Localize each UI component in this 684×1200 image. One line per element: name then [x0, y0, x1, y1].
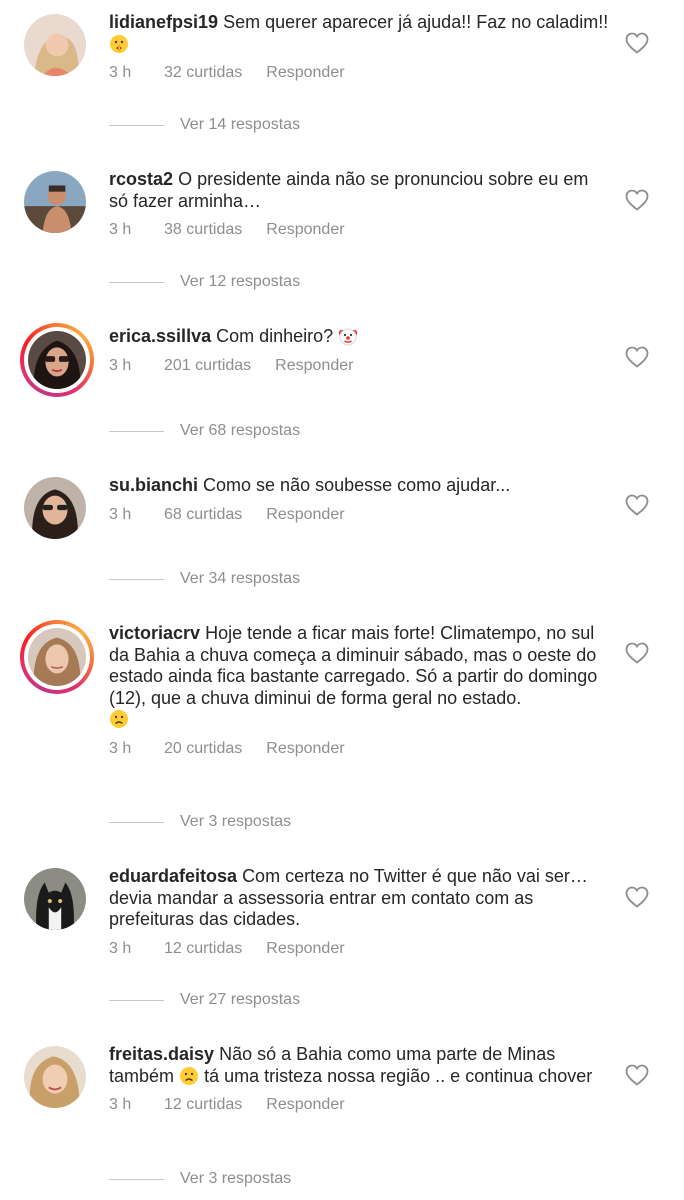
comment-meta: 3 h 12 curtidas Responder	[109, 940, 609, 958]
comment-likes[interactable]: 12 curtidas	[164, 1096, 242, 1114]
comment-text: victoriacrv Hoje tende a ficar mais fort…	[109, 623, 609, 731]
replies-divider	[109, 1178, 164, 1180]
comment-meta: 3 h 38 curtidas Responder	[109, 221, 609, 239]
comment-username[interactable]: victoriacrv	[109, 623, 200, 643]
comment-text: eduardafeitosa Com certeza no Twitter é …	[109, 866, 609, 931]
view-replies-label[interactable]: Ver 34 respostas	[180, 570, 300, 588]
comment-username[interactable]: rcosta2	[109, 169, 173, 189]
view-replies-label[interactable]: Ver 68 respostas	[180, 422, 300, 440]
comment-likes[interactable]: 32 curtidas	[164, 64, 242, 82]
view-replies-button[interactable]: Ver 3 respostas	[109, 813, 291, 831]
avatar[interactable]	[24, 14, 86, 76]
reply-button[interactable]: Responder	[266, 1096, 344, 1114]
comment-time: 3 h	[109, 505, 132, 523]
replies-divider	[109, 281, 164, 283]
comment-body: Com dinheiro?	[216, 326, 334, 346]
replies-divider	[109, 430, 164, 432]
comment-time: 3 h	[109, 64, 132, 81]
comment-likes[interactable]: 12 curtidas	[164, 940, 242, 958]
comment-time: 3 h	[109, 221, 132, 238]
comment-time: 3 h	[109, 939, 132, 957]
reply-button[interactable]: Responder	[266, 506, 344, 524]
sad-face-icon	[109, 709, 129, 729]
avatar[interactable]	[24, 477, 86, 539]
view-replies-label[interactable]: Ver 14 respostas	[180, 116, 300, 134]
comment-meta: 3 h 20 curtidas Responder	[109, 740, 609, 758]
comment-meta: 3 h 12 curtidas Responder	[109, 1096, 609, 1114]
comment-meta: 3 h 201 curtidas Responder	[109, 357, 609, 375]
view-replies-button[interactable]: Ver 68 respostas	[109, 422, 300, 440]
comment-likes[interactable]: 38 curtidas	[164, 221, 242, 239]
view-replies-button[interactable]: Ver 3 respostas	[109, 1170, 291, 1188]
view-replies-button[interactable]: Ver 14 respostas	[109, 116, 300, 134]
like-heart-icon[interactable]	[625, 346, 649, 368]
view-replies-button[interactable]: Ver 27 respostas	[109, 991, 300, 1009]
replies-divider	[109, 124, 164, 126]
comment-body: Sem querer aparecer já ajuda!! Faz no ca…	[223, 12, 609, 32]
avatar[interactable]	[20, 620, 94, 694]
like-heart-icon[interactable]	[625, 886, 649, 908]
clown-face-icon	[338, 326, 358, 346]
sad-face-icon	[179, 1066, 199, 1086]
comment-username[interactable]: freitas.daisy	[109, 1044, 214, 1064]
like-heart-icon[interactable]	[625, 32, 649, 54]
comment-time: 3 h	[109, 739, 132, 757]
replies-divider	[109, 578, 164, 580]
comment-username[interactable]: erica.ssillva	[109, 326, 211, 346]
comment-text: erica.ssillva Com dinheiro?	[109, 326, 609, 348]
comment-text: freitas.daisy Não só a Bahia como uma pa…	[109, 1044, 609, 1087]
like-heart-icon[interactable]	[625, 642, 649, 664]
comment-username[interactable]: lidianefpsi19	[109, 12, 218, 32]
view-replies-label[interactable]: Ver 12 respostas	[180, 273, 300, 291]
replies-divider	[109, 821, 164, 823]
view-replies-label[interactable]: Ver 27 respostas	[180, 991, 300, 1009]
comment-time: 3 h	[109, 1096, 132, 1113]
avatar[interactable]	[20, 323, 94, 397]
replies-divider	[109, 999, 164, 1001]
comment-body: Como se não soubesse como ajudar...	[203, 475, 511, 495]
view-replies-label[interactable]: Ver 3 respostas	[180, 1170, 291, 1188]
comment-meta: 3 h 68 curtidas Responder	[109, 506, 609, 524]
comment-username[interactable]: su.bianchi	[109, 475, 198, 495]
comment-body-end: tá uma tristeza nossa região .. e contin…	[204, 1065, 593, 1086]
comment-text: lidianefpsi19 Sem querer aparecer já aju…	[109, 12, 609, 55]
like-heart-icon[interactable]	[625, 189, 649, 211]
comment-text: rcosta2 O presidente ainda não se pronun…	[109, 169, 609, 212]
view-replies-label[interactable]: Ver 3 respostas	[180, 813, 291, 831]
comment-username[interactable]: eduardafeitosa	[109, 866, 237, 886]
comment-text: su.bianchi Como se não soubesse como aju…	[109, 475, 609, 497]
like-heart-icon[interactable]	[625, 1064, 649, 1086]
reply-button[interactable]: Responder	[275, 357, 353, 375]
view-replies-button[interactable]: Ver 12 respostas	[109, 273, 300, 291]
avatar[interactable]	[24, 1046, 86, 1108]
view-replies-button[interactable]: Ver 34 respostas	[109, 570, 300, 588]
comment-likes[interactable]: 201 curtidas	[164, 357, 251, 375]
reply-button[interactable]: Responder	[266, 64, 344, 82]
reply-button[interactable]: Responder	[266, 940, 344, 958]
comment-likes[interactable]: 20 curtidas	[164, 740, 242, 758]
reply-button[interactable]: Responder	[266, 221, 344, 239]
reply-button[interactable]: Responder	[266, 740, 344, 758]
avatar[interactable]	[24, 171, 86, 233]
avatar[interactable]	[24, 868, 86, 930]
comment-body: O presidente ainda não se pronunciou sob…	[109, 169, 589, 211]
like-heart-icon[interactable]	[625, 494, 649, 516]
comment-meta: 3 h 32 curtidas Responder	[109, 64, 609, 82]
comment-time: 3 h	[109, 356, 132, 374]
shushing-face-icon	[109, 34, 129, 54]
comment-likes[interactable]: 68 curtidas	[164, 506, 242, 524]
